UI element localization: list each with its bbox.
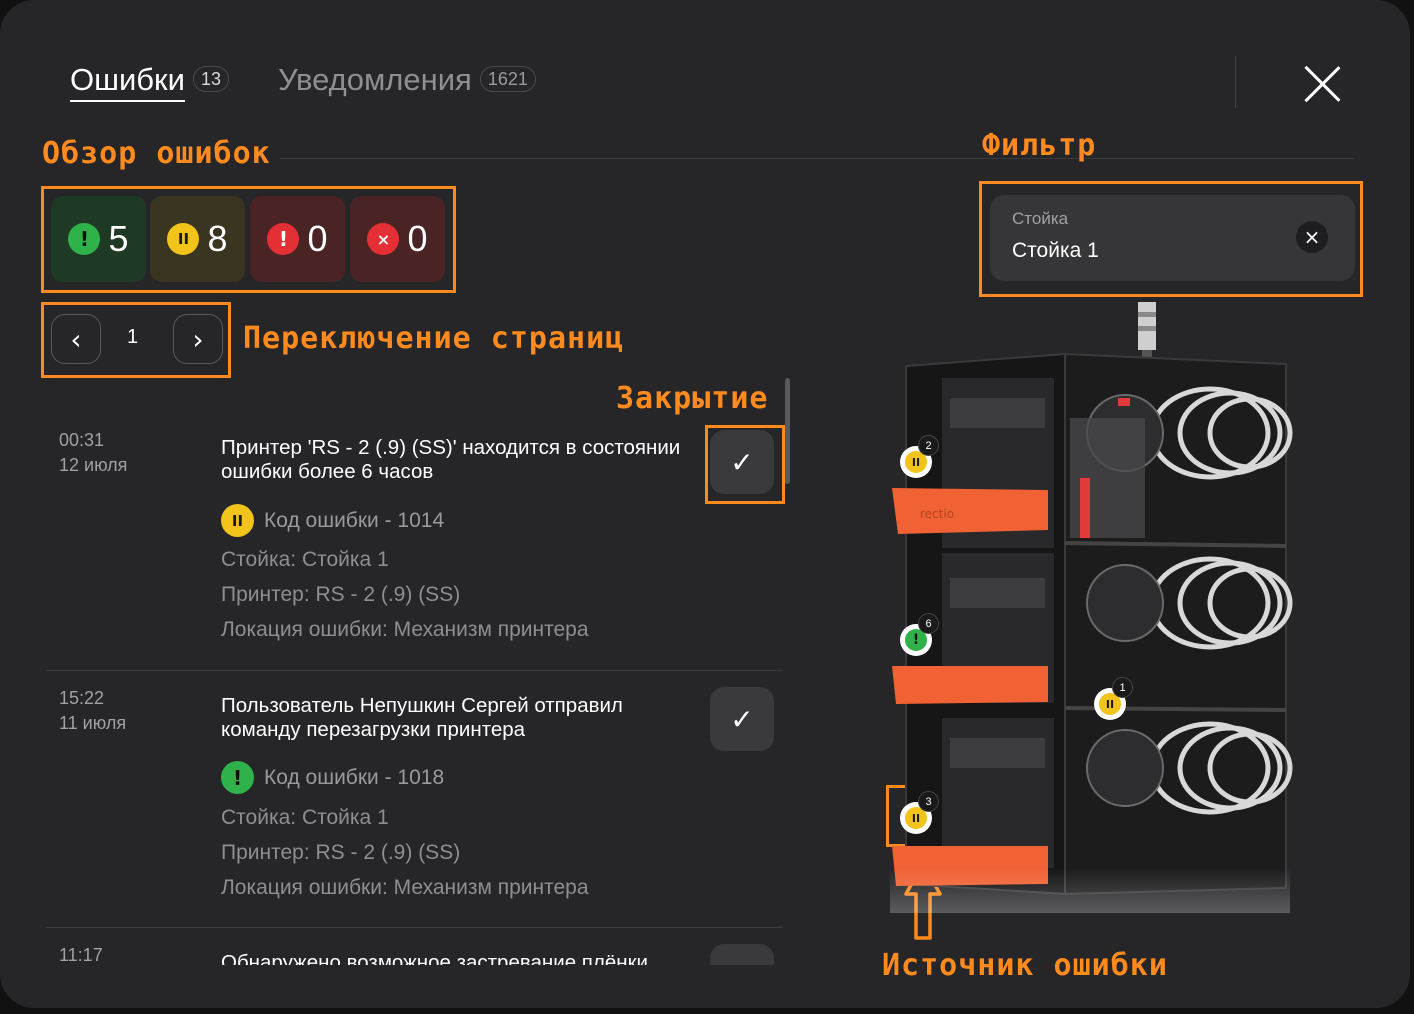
stat-yellow[interactable]: II 8 — [150, 196, 245, 282]
prev-page-button[interactable]: ‹ — [51, 314, 101, 364]
item-code-text: Код ошибки - 1014 — [264, 508, 445, 532]
item-title: Принтер 'RS - 2 (.9) (SS)' находится в с… — [221, 436, 681, 483]
dismiss-button[interactable]: ✓ — [710, 430, 774, 494]
filter-value: Стойка 1 — [1012, 239, 1099, 262]
warning-green-icon: ! — [68, 223, 101, 255]
tab-errors-count: 13 — [192, 66, 229, 92]
tab-errors[interactable]: Ошибки 13 — [70, 62, 229, 102]
item-time-block: 00:31 12 июля — [59, 428, 127, 478]
rack-illustration: rectio II 2 ! 6 II 1 II 3 — [880, 298, 1300, 918]
marker-count: 6 — [918, 613, 939, 634]
annotation-overview: Обзор ошибок — [42, 136, 271, 171]
annotation-pagination: Переключение страниц — [243, 321, 625, 356]
close-icon: × — [1303, 225, 1321, 249]
header-divider — [1235, 56, 1236, 108]
error-x-icon: × — [367, 223, 400, 255]
marker-count: 3 — [918, 791, 939, 812]
warning-green-icon: ! — [221, 761, 254, 794]
dismiss-button[interactable]: ✓ — [710, 687, 774, 751]
item-time-block: 15:22 11 июля — [59, 686, 126, 736]
item-time: 00:31 — [59, 430, 105, 450]
item-printer: Принтер: RS - 2 (.9) (SS) — [221, 841, 461, 864]
item-error-code: ! Код ошибки - 1018 — [221, 761, 444, 794]
item-location: Локация ошибки: Механизм принтера — [221, 618, 589, 641]
item-rack: Стойка: Стойка 1 — [221, 548, 389, 571]
pause-yellow-icon: II — [167, 223, 200, 255]
header-separator — [280, 158, 1355, 159]
rack-marker-2[interactable]: ! 6 — [900, 613, 939, 656]
item-time: 11:17 — [59, 945, 103, 965]
rack-filter[interactable]: Стойка Стойка 1 × — [990, 195, 1355, 281]
pause-yellow-icon: II — [221, 504, 254, 537]
error-list: 00:31 12 июля Принтер 'RS - 2 (.9) (SS)'… — [46, 400, 786, 965]
rack-marker-1[interactable]: II 2 — [900, 435, 939, 478]
list-item: 11:17 Обнаружено возможное застревание п… — [46, 915, 783, 965]
close-modal-button[interactable] — [1300, 62, 1344, 106]
stat-red[interactable]: ! 0 — [250, 196, 345, 282]
item-error-code: II Код ошибки - 1014 — [221, 504, 444, 537]
stat-yellow-value: 8 — [207, 218, 228, 259]
list-item: 00:31 12 июля Принтер 'RS - 2 (.9) (SS)'… — [46, 400, 783, 670]
item-title: Обнаружено возможное застревание плёнки — [221, 951, 648, 965]
filter-label: Стойка — [1012, 209, 1069, 228]
next-page-button[interactable]: › — [173, 314, 223, 364]
chevron-right-icon: › — [192, 322, 204, 356]
list-item: 15:22 11 июля Пользователь Непушкин Серг… — [46, 658, 783, 928]
stat-green[interactable]: ! 5 — [51, 196, 146, 282]
tab-notifications-label: Уведомления — [278, 62, 472, 97]
stat-green-value: 5 — [108, 218, 129, 259]
item-time: 15:22 — [59, 688, 105, 708]
rack-marker-3[interactable]: II 1 — [1094, 677, 1133, 720]
check-icon: ✓ — [730, 702, 754, 736]
marker-count: 1 — [1112, 677, 1133, 698]
item-title: Пользователь Непушкин Сергей отправил ко… — [221, 694, 623, 741]
dismiss-button[interactable]: ✓ — [710, 944, 774, 965]
filter-clear-button[interactable]: × — [1296, 221, 1328, 253]
tab-errors-label: Ошибки — [70, 62, 185, 102]
item-printer: Принтер: RS - 2 (.9) (SS) — [221, 583, 461, 606]
annotation-filter: Фильтр — [982, 128, 1097, 163]
printer-rack-image: rectio — [890, 302, 1293, 913]
rack-marker-4[interactable]: II 3 — [900, 791, 939, 834]
annotation-source: Источник ошибки — [882, 948, 1168, 983]
tab-notifications-count: 1621 — [479, 66, 536, 92]
stat-red-value: 0 — [307, 218, 328, 259]
item-rack: Стойка: Стойка 1 — [221, 806, 389, 829]
item-date: 11 июля — [59, 713, 127, 733]
warning-red-icon: ! — [267, 223, 300, 255]
item-date: 12 июля — [59, 455, 128, 475]
marker-count: 2 — [918, 435, 939, 456]
errors-modal: Ошибки 13 Уведомления 1621 Обзор ошибок … — [0, 0, 1410, 1008]
check-icon: ✓ — [730, 445, 754, 479]
item-code-text: Код ошибки - 1018 — [264, 765, 445, 789]
stat-critical-value: 0 — [407, 218, 428, 259]
stat-critical[interactable]: × 0 — [350, 196, 445, 282]
chevron-left-icon: ‹ — [70, 322, 82, 356]
item-location: Локация ошибки: Механизм принтера — [221, 876, 589, 899]
rack-brand: rectio — [920, 507, 954, 521]
page-number: 1 — [127, 326, 139, 348]
tab-notifications[interactable]: Уведомления 1621 — [278, 62, 536, 98]
check-icon: ✓ — [730, 960, 753, 966]
